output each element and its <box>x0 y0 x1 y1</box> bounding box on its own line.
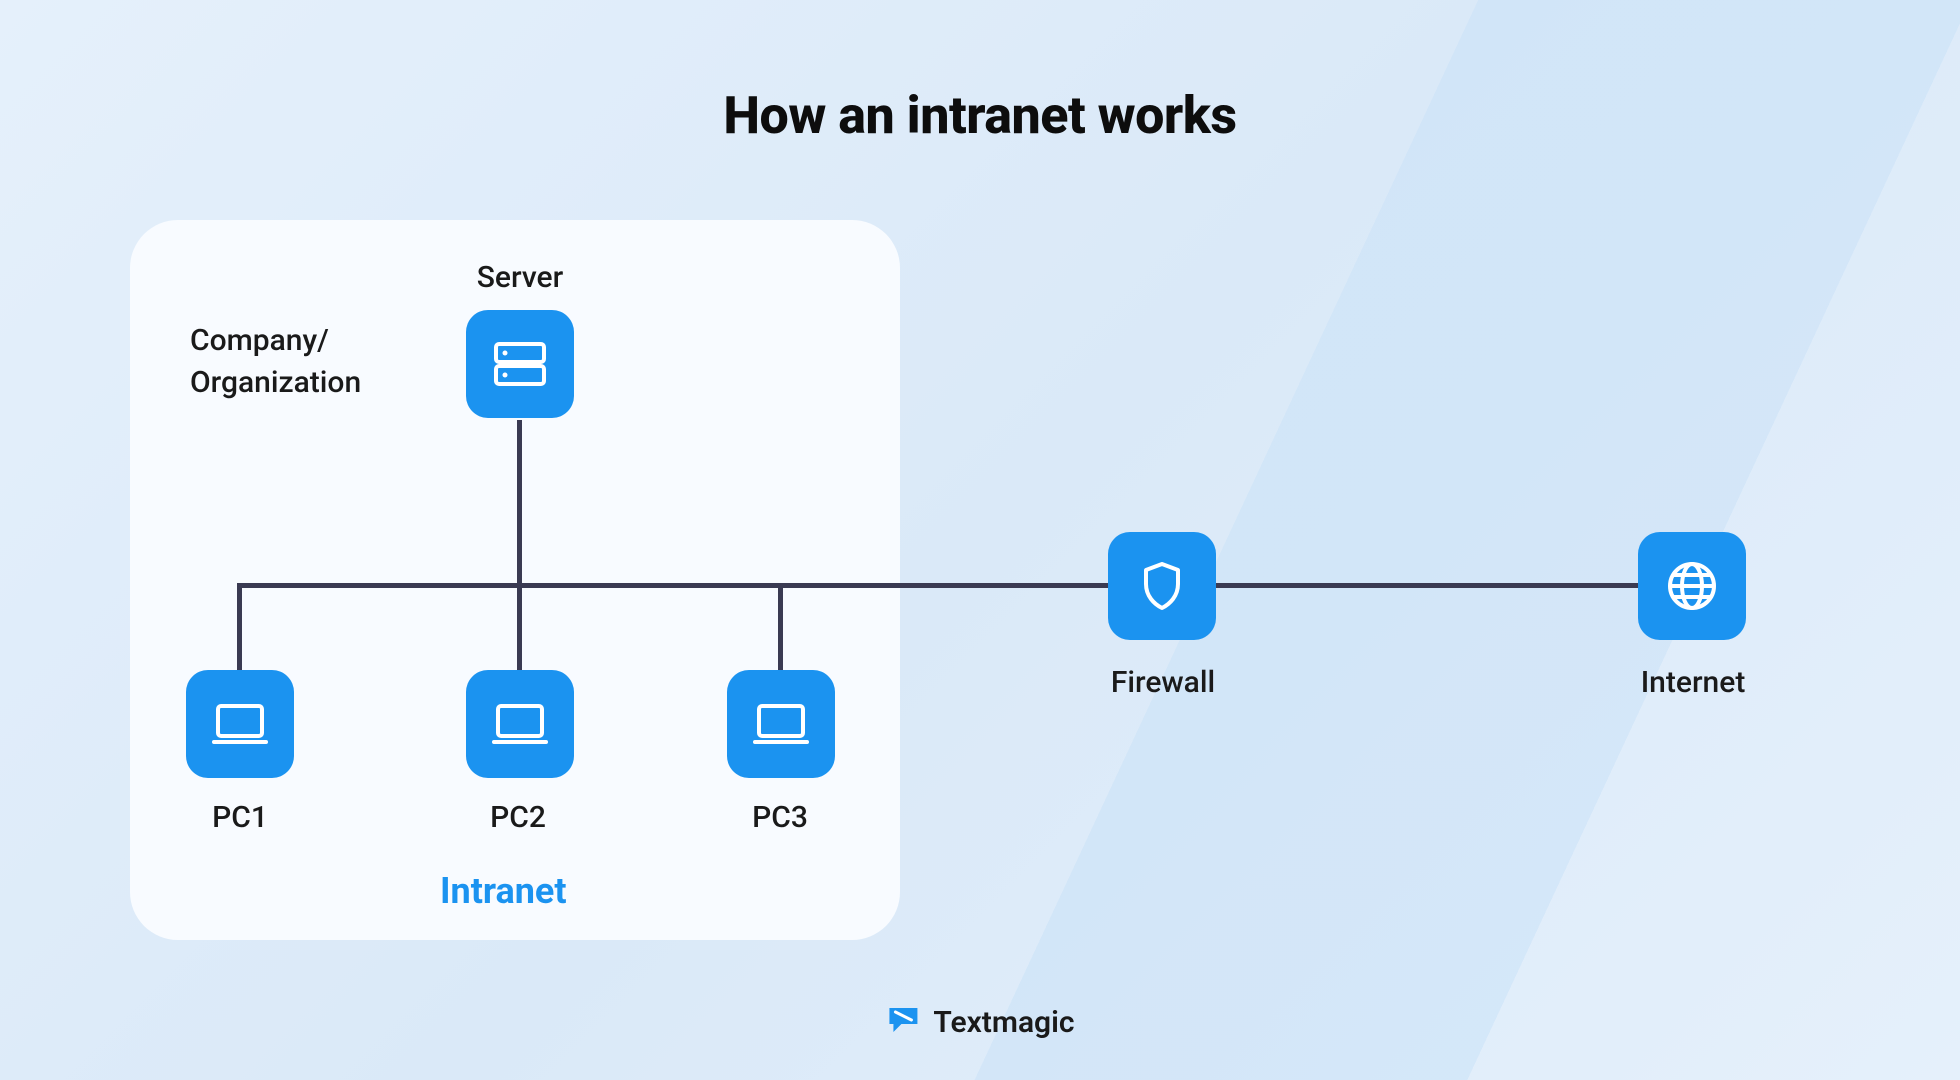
pc3-icon <box>727 670 835 778</box>
intranet-section-label: Intranet <box>440 870 567 912</box>
diagram-title: How an intranet works <box>0 85 1960 146</box>
line-bus-to-pc1 <box>237 583 242 678</box>
firewall-icon <box>1108 532 1216 640</box>
server-label: Server <box>470 260 570 295</box>
brand-name: Textmagic <box>933 1005 1074 1040</box>
server-icon <box>466 310 574 418</box>
pc2-icon <box>466 670 574 778</box>
internet-icon <box>1638 532 1746 640</box>
internet-label: Internet <box>1628 665 1758 700</box>
firewall-label: Firewall <box>1108 665 1218 700</box>
line-bus-horizontal <box>237 583 1112 588</box>
line-firewall-to-internet <box>1210 583 1640 588</box>
pc1-icon <box>186 670 294 778</box>
line-server-to-bus <box>517 420 522 585</box>
company-org-label: Company/ Organization <box>190 320 361 404</box>
textmagic-icon <box>885 1002 921 1042</box>
line-bus-to-pc2 <box>517 583 522 678</box>
pc1-label: PC1 <box>190 800 290 835</box>
pc3-label: PC3 <box>730 800 830 835</box>
brand-logo: Textmagic <box>885 1002 1074 1042</box>
pc2-label: PC2 <box>468 800 568 835</box>
line-bus-to-pc3 <box>778 583 783 678</box>
